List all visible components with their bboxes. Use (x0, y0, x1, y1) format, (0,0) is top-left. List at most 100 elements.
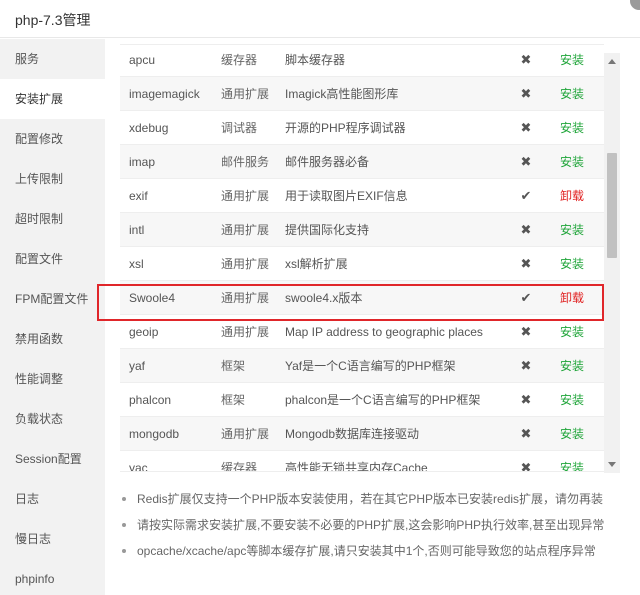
sidebar-item-log[interactable]: 日志 (0, 479, 105, 519)
table-row: mongodb 通用扩展 Mongodb数据库连接驱动 ✖ 安装 (120, 417, 604, 451)
table-row: yac 缓存器 高性能无锁共享内存Cache ✖ 安装 (120, 451, 604, 472)
check-icon: ✔ (520, 188, 532, 203)
extension-name: imap (129, 155, 156, 169)
extension-name: xsl (129, 257, 144, 271)
extension-name: imagemagick (129, 87, 200, 101)
cross-icon: ✖ (520, 426, 532, 441)
extension-type: 调试器 (221, 121, 258, 135)
list-item: 请按实际需求安装扩展,不要安装不必要的PHP扩展,这会影响PHP执行效率,甚至出… (120, 517, 630, 543)
table-row: intl 通用扩展 提供国际化支持 ✖ 安装 (120, 213, 604, 247)
sidebar-item-session-config[interactable]: Session配置 (0, 439, 105, 479)
scroll-up-icon[interactable] (608, 59, 616, 64)
scroll-down-icon[interactable] (608, 462, 616, 467)
table-row: exif 通用扩展 用于读取图片EXIF信息 ✔ 卸载 (120, 179, 604, 213)
note-text: Redis扩展仅支持一个PHP版本安装使用，若在其它PHP版本已安装redis扩… (137, 492, 604, 506)
extension-description: 用于读取图片EXIF信息 (285, 189, 408, 203)
cross-icon: ✖ (520, 154, 532, 169)
table-row: yaf 框架 Yaf是一个C语言编写的PHP框架 ✖ 安装 (120, 349, 604, 383)
extension-name: xdebug (129, 121, 169, 135)
sidebar-item-service[interactable]: 服务 (0, 39, 105, 79)
extension-type: 通用扩展 (221, 427, 270, 441)
table-row: imap 邮件服务 邮件服务器必备 ✖ 安装 (120, 145, 604, 179)
install-link[interactable]: 安装 (560, 417, 584, 451)
extension-name: yaf (129, 359, 146, 373)
note-text: 请按实际需求安装扩展,不要安装不必要的PHP扩展,这会影响PHP执行效率,甚至出… (137, 518, 605, 532)
extension-description: 提供国际化支持 (285, 223, 370, 237)
cross-icon: ✖ (520, 460, 532, 472)
install-link[interactable]: 安装 (560, 45, 584, 77)
sidebar-item-performance-tuning[interactable]: 性能调整 (0, 359, 105, 399)
extension-description: 邮件服务器必备 (285, 155, 370, 169)
highlight-box (97, 284, 604, 321)
extension-type: 通用扩展 (221, 189, 270, 203)
sidebar-item-fpm-config-file[interactable]: FPM配置文件 (0, 279, 105, 319)
extension-name: phalcon (129, 393, 172, 407)
cross-icon: ✖ (520, 392, 532, 407)
extension-type: 邮件服务 (221, 155, 270, 169)
window-titlebar: php-7.3管理 (0, 0, 640, 38)
bullet-icon (122, 549, 126, 553)
cross-icon: ✖ (520, 86, 532, 101)
extension-name: exif (129, 189, 148, 203)
sidebar-item-disabled-functions[interactable]: 禁用函数 (0, 319, 105, 359)
extension-name: intl (129, 223, 145, 237)
sidebar-item-config-edit[interactable]: 配置修改 (0, 119, 105, 159)
install-link[interactable]: 安装 (560, 145, 584, 179)
sidebar-item-timeout-limit[interactable]: 超时限制 (0, 199, 105, 239)
sidebar-item-slow-log[interactable]: 慢日志 (0, 519, 105, 559)
install-link[interactable]: 安装 (560, 451, 584, 471)
extension-type: 框架 (221, 393, 246, 407)
table-row: apcu 缓存器 脚本缓存器 ✖ 安装 (120, 45, 604, 77)
uninstall-link[interactable]: 卸载 (560, 179, 584, 213)
extension-name: yac (129, 461, 148, 472)
install-link[interactable]: 安装 (560, 383, 584, 417)
extension-type: 框架 (221, 359, 246, 373)
extension-description: Yaf是一个C语言编写的PHP框架 (285, 359, 456, 373)
table-row: xdebug 调试器 开源的PHP程序调试器 ✖ 安装 (120, 111, 604, 145)
table-row: imagemagick 通用扩展 Imagick高性能图形库 ✖ 安装 (120, 77, 604, 111)
bullet-icon (122, 523, 126, 527)
extension-description: 高性能无锁共享内存Cache (285, 461, 428, 472)
note-text: opcache/xcache/apc等脚本缓存扩展,请只安装其中1个,否则可能导… (137, 544, 596, 558)
extension-type: 缓存器 (221, 53, 258, 67)
bullet-icon (122, 497, 126, 501)
cross-icon: ✖ (520, 222, 532, 237)
extensions-table: apcu 缓存器 脚本缓存器 ✖ 安装 imagemagick 通用扩展 Ima… (120, 44, 604, 472)
extension-name: apcu (129, 53, 156, 67)
extension-description: Imagick高性能图形库 (285, 87, 399, 101)
extension-description: xsl解析扩展 (285, 257, 348, 271)
extension-description: 开源的PHP程序调试器 (285, 121, 406, 135)
list-item: Redis扩展仅支持一个PHP版本安装使用，若在其它PHP版本已安装redis扩… (120, 491, 630, 517)
table-scrollbar[interactable] (604, 53, 620, 473)
cross-icon: ✖ (520, 52, 532, 67)
install-link[interactable]: 安装 (560, 247, 584, 281)
cross-icon: ✖ (520, 358, 532, 373)
close-icon[interactable] (630, 0, 640, 10)
scrollbar-thumb[interactable] (607, 153, 617, 258)
cross-icon: ✖ (520, 120, 532, 135)
extension-type: 通用扩展 (221, 257, 270, 271)
sidebar-item-config-file[interactable]: 配置文件 (0, 239, 105, 279)
main-content: apcu 缓存器 脚本缓存器 ✖ 安装 imagemagick 通用扩展 Ima… (97, 39, 640, 595)
install-link[interactable]: 安装 (560, 77, 584, 111)
window-title: php-7.3管理 (15, 12, 91, 28)
install-link[interactable]: 安装 (560, 349, 584, 383)
table-row: phalcon 框架 phalcon是一个C语言编写的PHP框架 ✖ 安装 (120, 383, 604, 417)
table-row: xsl 通用扩展 xsl解析扩展 ✖ 安装 (120, 247, 604, 281)
extension-description: Mongodb数据库连接驱动 (285, 427, 420, 441)
extension-name: mongodb (129, 427, 180, 441)
extension-type: 通用扩展 (221, 223, 270, 237)
sidebar-item-phpinfo[interactable]: phpinfo (0, 559, 105, 595)
extension-description: 脚本缓存器 (285, 53, 346, 67)
extension-description: phalcon是一个C语言编写的PHP框架 (285, 393, 481, 407)
sidebar: 服务 安装扩展 配置修改 上传限制 超时限制 配置文件 FPM配置文件 禁用函数… (0, 39, 105, 595)
extension-type: 通用扩展 (221, 87, 270, 101)
cross-icon: ✖ (520, 256, 532, 271)
install-link[interactable]: 安装 (560, 111, 584, 145)
install-link[interactable]: 安装 (560, 213, 584, 247)
sidebar-item-upload-limit[interactable]: 上传限制 (0, 159, 105, 199)
sidebar-item-install-extensions[interactable]: 安装扩展 (0, 79, 105, 119)
notes-list: Redis扩展仅支持一个PHP版本安装使用，若在其它PHP版本已安装redis扩… (120, 491, 630, 569)
sidebar-item-load-status[interactable]: 负载状态 (0, 399, 105, 439)
list-item: opcache/xcache/apc等脚本缓存扩展,请只安装其中1个,否则可能导… (120, 543, 630, 569)
